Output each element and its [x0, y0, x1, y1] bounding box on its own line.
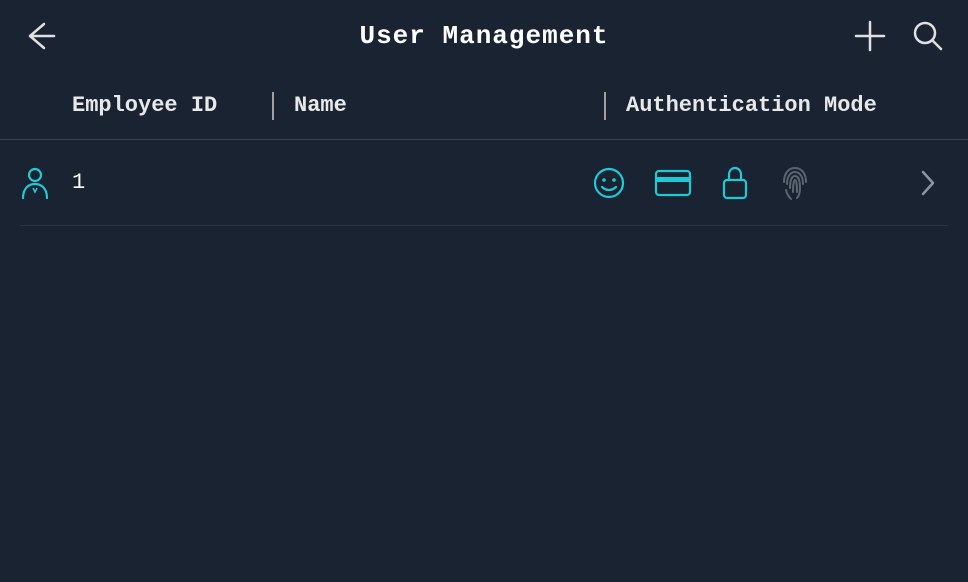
- header-actions: [850, 16, 948, 56]
- user-avatar-wrap: [20, 166, 72, 200]
- chevron-right-icon: [920, 169, 936, 197]
- column-header-auth-mode: Authentication Mode: [626, 93, 948, 118]
- lock-icon: [720, 165, 750, 201]
- plus-icon: [853, 19, 887, 53]
- auth-mode-icons: [582, 164, 908, 202]
- card-icon: [654, 169, 692, 197]
- search-icon: [911, 19, 945, 53]
- search-button[interactable]: [908, 16, 948, 56]
- face-icon: [592, 166, 626, 200]
- row-chevron: [908, 169, 948, 197]
- fingerprint-icon: [778, 164, 812, 202]
- user-row[interactable]: 1: [20, 140, 948, 226]
- header: User Management: [0, 0, 968, 72]
- column-header-name: Name: [294, 93, 604, 118]
- back-arrow-icon: [24, 20, 56, 52]
- user-list: 1: [0, 140, 968, 226]
- column-divider: [604, 92, 606, 120]
- back-button[interactable]: [20, 16, 60, 56]
- column-headers: Employee ID Name Authentication Mode: [0, 72, 968, 140]
- employee-id-value: 1: [72, 170, 272, 195]
- page-title: User Management: [359, 21, 608, 51]
- column-header-employee-id: Employee ID: [72, 93, 272, 118]
- user-icon: [20, 166, 50, 200]
- column-divider: [272, 92, 274, 120]
- add-user-button[interactable]: [850, 16, 890, 56]
